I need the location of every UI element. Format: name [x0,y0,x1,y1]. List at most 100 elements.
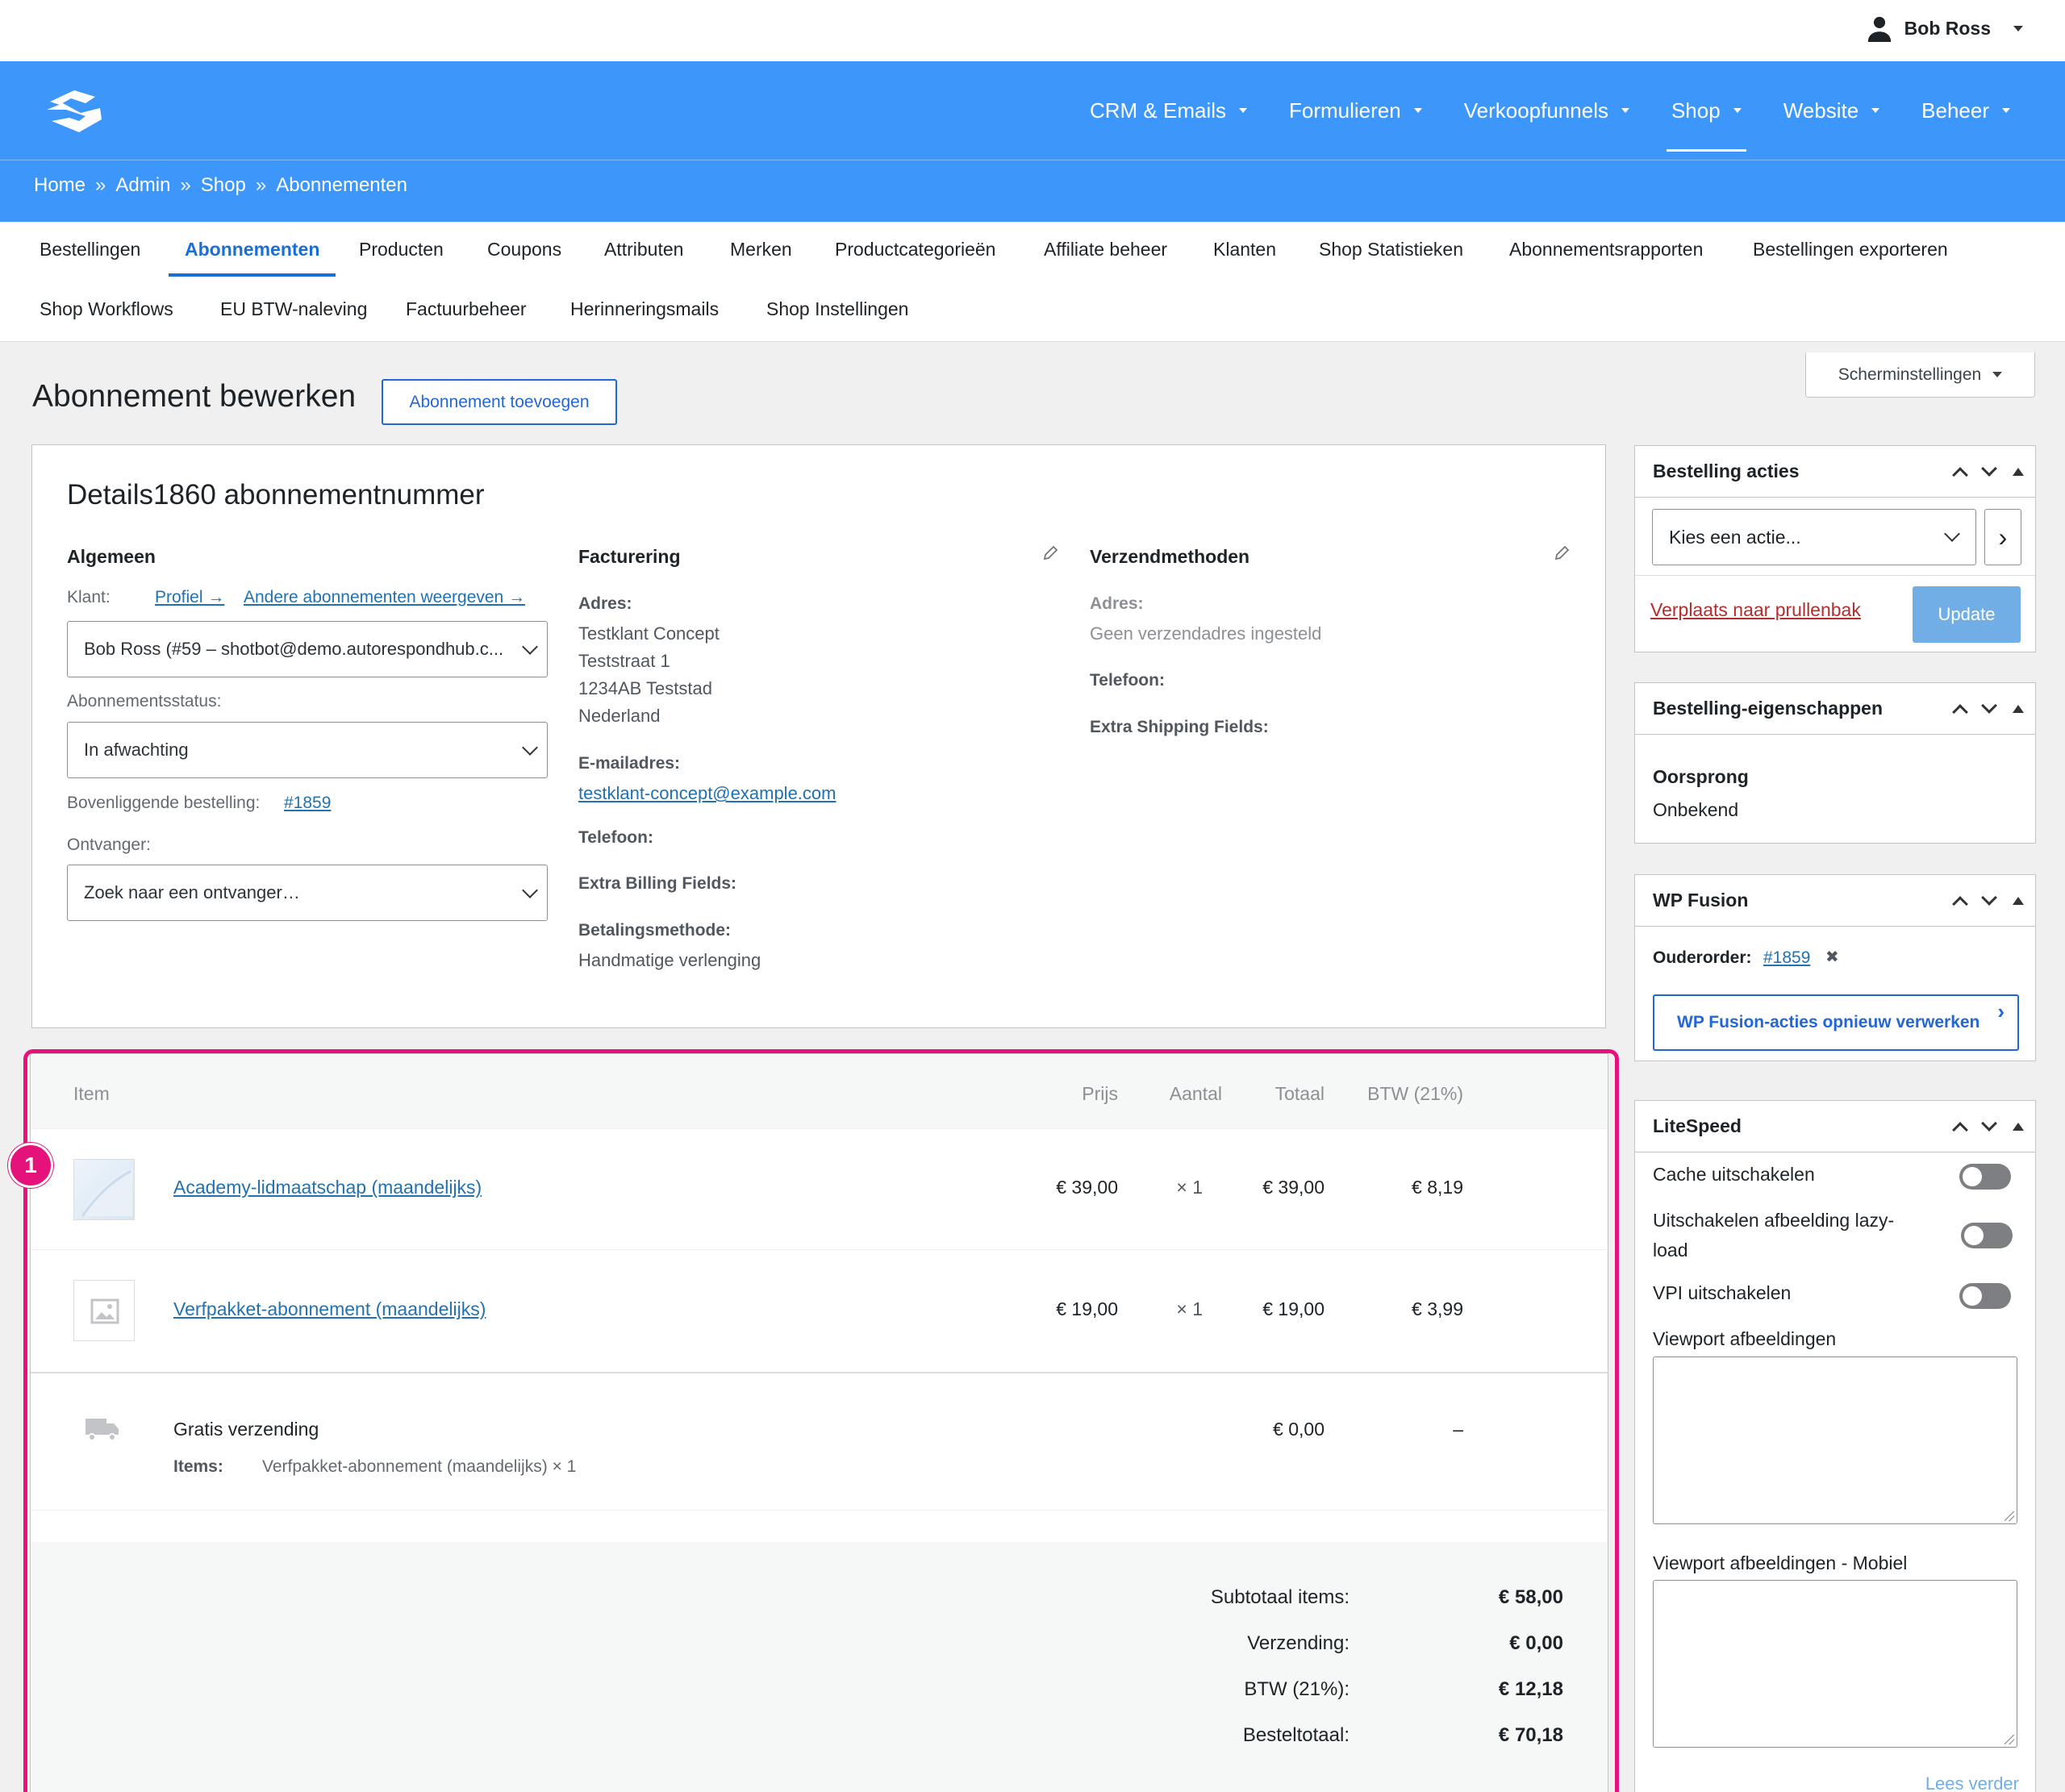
nav-verkoopfunnels[interactable]: Verkoopfunnels [1443,61,1650,160]
subnav-herinneringsmails[interactable]: Herinneringsmails [554,288,735,330]
collapse-toggle-icon[interactable] [2013,897,2024,905]
nav-website[interactable]: Website [1763,61,1900,160]
subnav-productcategorieen[interactable]: Productcategorieën [819,228,1012,270]
chevron-down-icon [522,882,538,898]
subnav-factuurbeheer[interactable]: Factuurbeheer [390,288,543,330]
page-title: Abonnement bewerken [32,379,357,414]
collapse-toggle-icon[interactable] [2013,705,2024,713]
move-down-icon[interactable] [1981,890,1997,906]
recipient-select[interactable]: Zoek naar een ontvanger… [67,865,548,921]
wp-fusion-header[interactable]: WP Fusion [1635,875,2035,927]
move-up-icon[interactable] [1952,704,1968,720]
screen-settings-button[interactable]: Scherminstellingen [1805,352,2035,398]
subnav-coupons[interactable]: Coupons [471,228,578,270]
update-button[interactable]: Update [1913,586,2021,643]
origin-value: Onbekend [1653,799,1739,820]
viewport-textarea[interactable] [1653,1357,2017,1524]
apply-action-button[interactable]: › [1984,509,2021,565]
breadcrumb-admin[interactable]: Admin [115,174,170,197]
order-action-placeholder: Kies een actie... [1669,526,1801,548]
breadcrumb-separator: » [95,174,106,196]
billing-phone-label: Telefoon: [578,828,653,847]
breadcrumb-current[interactable]: Abonnementen [276,174,407,197]
cache-toggle[interactable] [1959,1164,2011,1190]
recipient-placeholder: Zoek naar een ontvanger… [84,882,300,902]
collapse-toggle-icon[interactable] [2013,468,2024,476]
billing-extra-label: Extra Billing Fields: [578,874,737,893]
move-down-icon[interactable] [1981,698,1997,714]
subnav-bestellingen[interactable]: Bestellingen [23,228,156,270]
shipping-phone-label: Telefoon: [1090,671,1165,690]
subnav-abonnementen[interactable]: Abonnementen [169,228,336,277]
status-select[interactable]: In afwachting [67,722,548,778]
edit-pencil-icon[interactable] [1042,545,1058,561]
nav-shop[interactable]: Shop [1650,61,1763,160]
general-heading: Algemeen [67,546,156,567]
move-up-icon[interactable] [1952,896,1968,912]
subnav-klanten[interactable]: Klanten [1197,228,1292,270]
other-subscriptions-link[interactable]: Andere abonnementen weergeven → [244,588,525,607]
edit-pencil-icon[interactable] [1554,545,1570,561]
breadcrumb-shop[interactable]: Shop [201,174,246,197]
caret-down-icon [1992,372,2003,377]
address-line: Teststraat 1 [578,651,670,671]
recipient-label: Ontvanger: [67,836,151,854]
viewport-mobile-textarea[interactable] [1653,1580,2017,1748]
vpi-toggle[interactable] [1959,1283,2011,1309]
add-subscription-button[interactable]: Abonnement toevoegen [382,379,617,425]
breadcrumb-separator: » [180,174,191,196]
subnav-producten[interactable]: Producten [343,228,460,270]
move-down-icon[interactable] [1981,461,1997,477]
subnav-btw[interactable]: EU BTW-naleving [204,288,383,330]
remove-icon[interactable]: ✖ [1825,947,1839,967]
move-up-icon[interactable] [1952,1122,1968,1138]
read-more-link[interactable]: Lees verder [1925,1773,2019,1792]
collapse-toggle-icon[interactable] [2013,1123,2024,1131]
shipping-heading: Verzendmethoden [1090,546,1250,567]
vpi-label: VPI uitschakelen [1653,1282,1792,1303]
nav-formulieren[interactable]: Formulieren [1268,61,1443,160]
subnav-affiliate[interactable]: Affiliate beheer [1028,228,1183,270]
subnav-instellingen[interactable]: Shop Instellingen [750,288,924,330]
parent-order-link[interactable]: #1859 [284,794,331,813]
address-line: Nederland [578,706,661,726]
caret-down-icon [2002,108,2010,113]
lazy-load-toggle[interactable] [1961,1223,2013,1248]
main-nav: CRM & Emails Formulieren Verkoopfunnels … [1069,61,2065,160]
customer-select[interactable]: Bob Ross (#59 – shotbot@demo.autorespond… [67,621,548,677]
move-up-icon[interactable] [1952,467,1968,483]
customer-value: Bob Ross (#59 – shotbot@demo.autorespond… [84,639,504,659]
order-actions-header[interactable]: Bestelling acties [1635,446,2035,498]
status-label: Abonnementsstatus: [67,692,222,711]
order-properties-header[interactable]: Bestelling-eigenschappen [1635,683,2035,735]
subnav-merken[interactable]: Merken [714,228,808,270]
box-controls [1952,1101,2024,1152]
move-down-icon[interactable] [1981,1115,1997,1131]
profile-link[interactable]: Profiel → [155,588,224,607]
move-to-trash-link[interactable]: Verplaats naar prullenbak [1650,599,1861,621]
breadcrumb-home[interactable]: Home [34,174,86,197]
nav-beheer[interactable]: Beheer [1900,61,2031,160]
litespeed-header[interactable]: LiteSpeed [1635,1101,2035,1152]
nav-label: Formulieren [1289,98,1401,123]
lazy-load-label: Uitschakelen afbeelding lazy-load [1653,1210,1895,1261]
box-controls [1952,446,2024,498]
box-title: Bestelling acties [1653,461,1800,481]
details-title: Details1860 abonnementnummer [67,479,485,511]
nav-label: Verkoopfunnels [1463,98,1608,123]
user-menu[interactable]: Bob Ross [1866,15,2023,42]
billing-email-link[interactable]: testklant-concept@example.com [578,780,836,807]
subnav-workflows[interactable]: Shop Workflows [23,288,190,330]
user-icon [1867,16,1891,42]
subnav-attributen[interactable]: Attributen [588,228,699,270]
subnav-exporteren[interactable]: Bestellingen exporteren [1737,228,1964,270]
order-action-select[interactable]: Kies een actie... [1652,509,1976,565]
nav-crm[interactable]: CRM & Emails [1069,61,1268,160]
logo-icon[interactable] [39,85,110,139]
subnav-statistieken[interactable]: Shop Statistieken [1303,228,1479,270]
caret-down-icon [1413,108,1422,113]
reprocess-wp-fusion-button[interactable]: WP Fusion-acties opnieuw verwerken › [1653,994,2019,1051]
subnav-abonnementsrapporten[interactable]: Abonnementsrapporten [1493,228,1719,270]
caret-down-icon [1239,108,1247,113]
parent-order-link[interactable]: #1859 [1763,948,1810,968]
